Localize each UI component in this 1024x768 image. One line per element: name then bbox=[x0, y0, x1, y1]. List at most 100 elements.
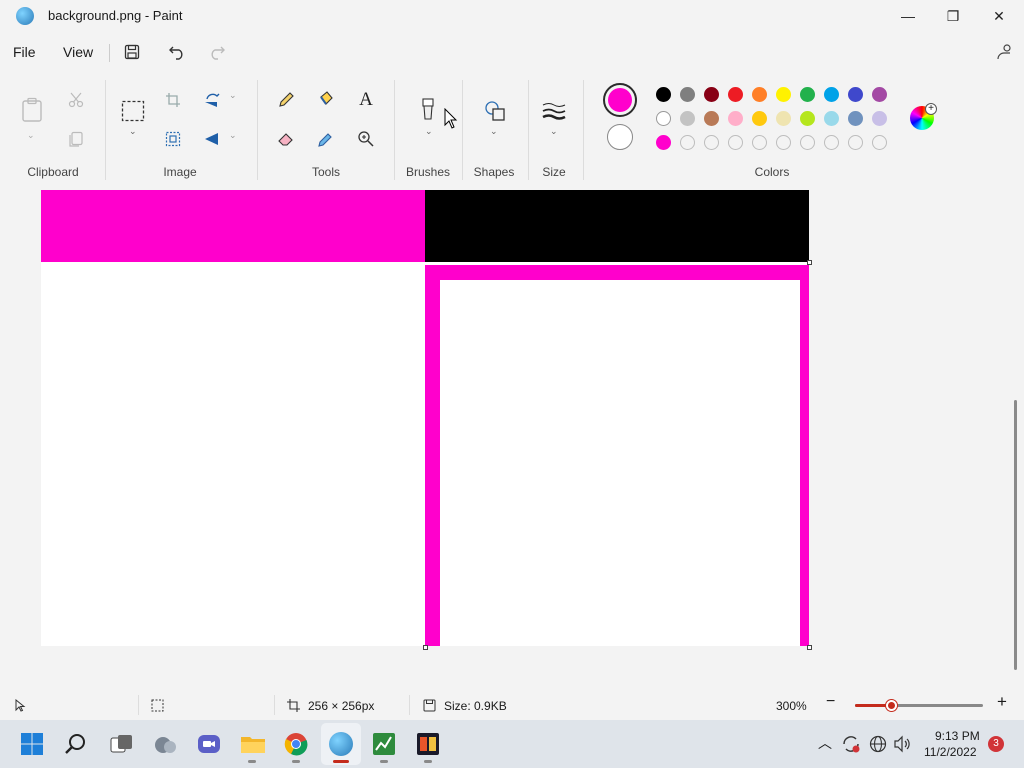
color-picker-button[interactable] bbox=[312, 125, 340, 153]
network-globe-icon[interactable] bbox=[869, 735, 887, 753]
undo-button[interactable] bbox=[163, 38, 191, 66]
widgets-button[interactable] bbox=[153, 732, 177, 756]
brushes-dropdown-chevron-icon[interactable]: ⌄ bbox=[425, 126, 433, 137]
pencil-button[interactable] bbox=[272, 86, 300, 114]
palette-swatch[interactable] bbox=[776, 111, 791, 126]
palette-swatch[interactable] bbox=[776, 87, 791, 102]
zoom-slider[interactable] bbox=[855, 700, 983, 711]
palette-swatch[interactable] bbox=[752, 135, 767, 150]
palette-swatch[interactable] bbox=[776, 135, 791, 150]
palette-swatch[interactable] bbox=[800, 111, 815, 126]
vertical-scrollbar[interactable] bbox=[1014, 400, 1017, 670]
palette-swatch[interactable] bbox=[704, 111, 719, 126]
crop-button[interactable] bbox=[159, 86, 187, 114]
palette-swatch[interactable] bbox=[824, 111, 839, 126]
zoom-in-button[interactable]: + bbox=[997, 692, 1007, 712]
select-dropdown-chevron-icon[interactable]: ⌄ bbox=[129, 126, 137, 137]
group-separator bbox=[462, 80, 463, 180]
share-button[interactable] bbox=[990, 38, 1018, 66]
magnifier-button[interactable] bbox=[352, 125, 380, 153]
fill-button[interactable] bbox=[312, 86, 340, 114]
app-photos-button[interactable] bbox=[416, 732, 440, 756]
palette-swatch[interactable] bbox=[656, 135, 671, 150]
palette-swatch[interactable] bbox=[680, 111, 695, 126]
palette-swatch[interactable] bbox=[752, 87, 767, 102]
copy-button[interactable] bbox=[62, 125, 90, 153]
resize-handle-right[interactable] bbox=[807, 260, 812, 265]
palette-swatch[interactable] bbox=[872, 111, 887, 126]
rotate-button[interactable] bbox=[198, 86, 226, 114]
primary-color-selector[interactable] bbox=[603, 83, 637, 117]
rotate-dropdown-chevron-icon[interactable]: ⌄ bbox=[229, 90, 237, 101]
brushes-button[interactable] bbox=[414, 96, 442, 124]
palette-swatch[interactable] bbox=[824, 135, 839, 150]
canvas[interactable] bbox=[41, 190, 809, 646]
palette-swatch[interactable] bbox=[872, 87, 887, 102]
notification-badge[interactable]: 3 bbox=[988, 736, 1004, 752]
redo-button[interactable] bbox=[203, 38, 231, 66]
cut-button[interactable] bbox=[62, 86, 90, 114]
group-label-size: Size bbox=[542, 165, 566, 179]
text-button[interactable]: A bbox=[352, 86, 380, 114]
edit-colors-button[interactable]: + bbox=[910, 103, 937, 132]
palette-swatch[interactable] bbox=[848, 135, 863, 150]
flip-button[interactable] bbox=[198, 125, 226, 153]
palette-swatch[interactable] bbox=[752, 111, 767, 126]
start-button[interactable] bbox=[20, 732, 44, 756]
flip-dropdown-chevron-icon[interactable]: ⌄ bbox=[229, 130, 237, 141]
file-explorer-button[interactable] bbox=[240, 732, 265, 756]
palette-swatch[interactable] bbox=[680, 87, 695, 102]
palette-swatch[interactable] bbox=[656, 111, 671, 126]
palette-swatch[interactable] bbox=[704, 87, 719, 102]
sync-icon[interactable] bbox=[841, 734, 861, 754]
palette-swatch[interactable] bbox=[656, 87, 671, 102]
minimize-button[interactable]: — bbox=[885, 0, 931, 32]
paint-taskbar-button[interactable] bbox=[329, 732, 353, 756]
canvas-magenta-frame bbox=[425, 265, 809, 646]
teams-chat-button[interactable] bbox=[197, 732, 221, 756]
select-button[interactable] bbox=[119, 97, 147, 125]
palette-swatch[interactable] bbox=[800, 87, 815, 102]
palette-swatch[interactable] bbox=[704, 135, 719, 150]
size-dropdown-chevron-icon[interactable]: ⌄ bbox=[550, 126, 558, 137]
app-chart-button[interactable] bbox=[372, 732, 396, 756]
magnifier-icon bbox=[358, 131, 374, 147]
taskbar-search-button[interactable] bbox=[64, 732, 88, 756]
palette-swatch[interactable] bbox=[848, 111, 863, 126]
chrome-button[interactable] bbox=[284, 732, 308, 756]
palette-swatch[interactable] bbox=[872, 135, 887, 150]
palette-swatch[interactable] bbox=[824, 87, 839, 102]
task-view-button[interactable] bbox=[110, 732, 134, 756]
zoom-level[interactable]: 300% bbox=[776, 699, 807, 713]
clock-date[interactable]: 11/2/2022 bbox=[924, 745, 977, 759]
palette-swatch[interactable] bbox=[728, 135, 743, 150]
size-button[interactable] bbox=[540, 97, 568, 125]
palette-swatch[interactable] bbox=[848, 87, 863, 102]
shapes-dropdown-chevron-icon[interactable]: ⌄ bbox=[490, 126, 498, 137]
close-button[interactable]: ✕ bbox=[976, 0, 1022, 32]
canvas-area[interactable] bbox=[0, 190, 1024, 688]
eraser-button[interactable] bbox=[272, 125, 300, 153]
secondary-color-selector[interactable] bbox=[607, 124, 633, 150]
paste-dropdown-chevron-icon[interactable]: ⌄ bbox=[27, 130, 35, 141]
palette-swatch[interactable] bbox=[800, 135, 815, 150]
zoom-out-button[interactable]: − bbox=[826, 693, 835, 711]
paste-button[interactable] bbox=[18, 96, 46, 124]
clock-time[interactable]: 9:13 PM bbox=[935, 729, 980, 743]
menu-view[interactable]: View bbox=[63, 44, 93, 60]
zoom-slider-thumb[interactable] bbox=[886, 700, 898, 711]
restore-button[interactable]: ❐ bbox=[930, 0, 976, 32]
resize-handle-bottom[interactable] bbox=[423, 645, 428, 650]
show-hidden-icons-chevron-icon[interactable]: ︿ bbox=[818, 733, 832, 753]
windows-logo-icon bbox=[21, 733, 43, 755]
resize-button[interactable] bbox=[159, 125, 187, 153]
menu-file[interactable]: File bbox=[13, 44, 36, 60]
palette-swatch[interactable] bbox=[680, 135, 695, 150]
resize-handle-corner[interactable] bbox=[807, 645, 812, 650]
selection-size-icon bbox=[151, 699, 164, 712]
save-button[interactable] bbox=[118, 38, 146, 66]
volume-icon[interactable] bbox=[893, 735, 911, 753]
shapes-button[interactable] bbox=[481, 97, 509, 125]
palette-swatch[interactable] bbox=[728, 111, 743, 126]
palette-swatch[interactable] bbox=[728, 87, 743, 102]
